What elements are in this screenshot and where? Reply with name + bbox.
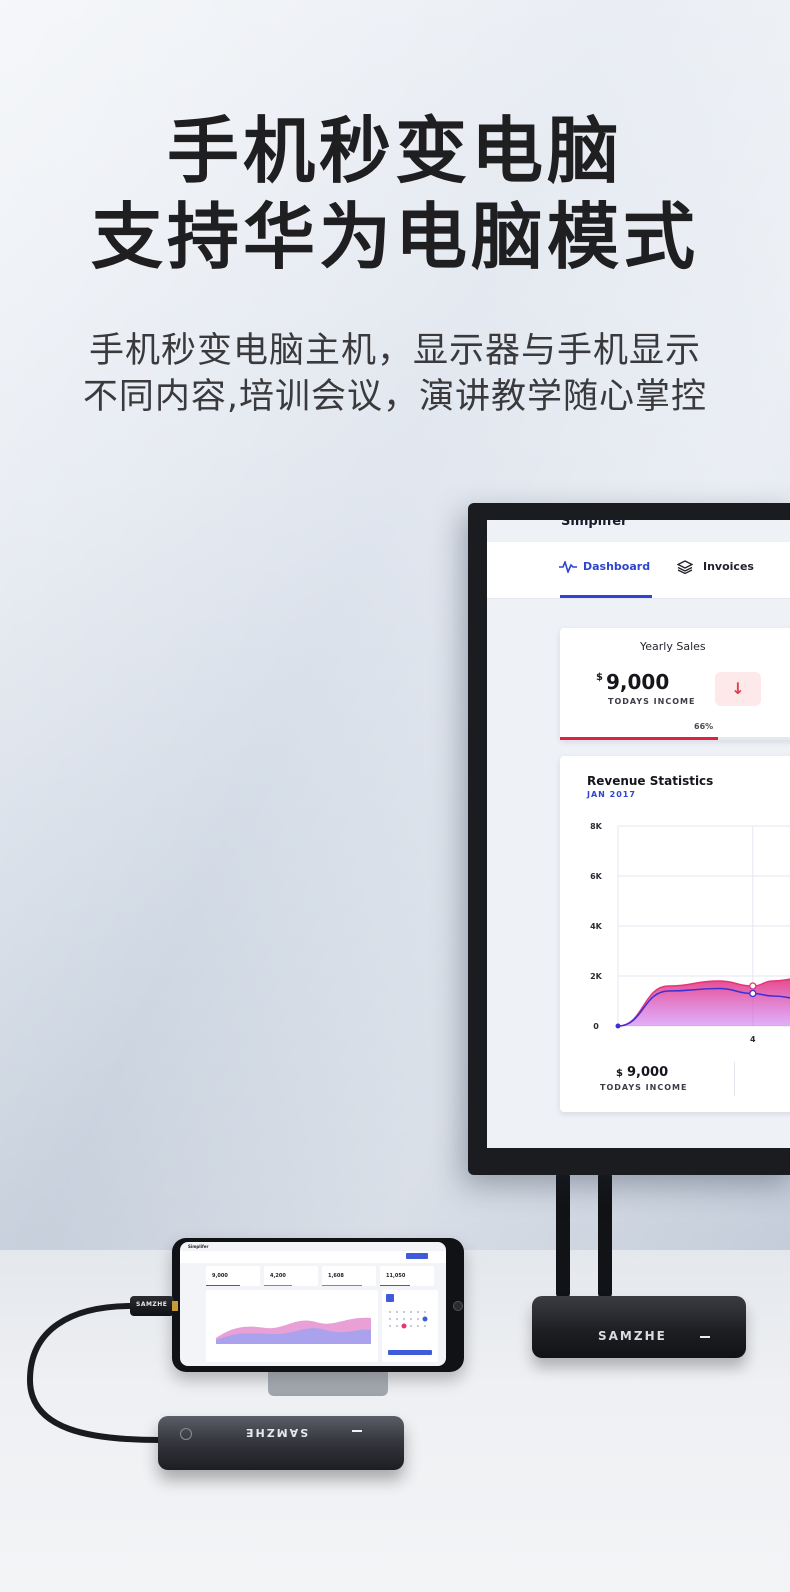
- tab-invoices[interactable]: Invoices: [676, 560, 754, 575]
- phone-stat-line: [206, 1285, 240, 1286]
- x-tick-label: 4: [750, 1035, 756, 1044]
- y-tick-label: 4K: [590, 922, 603, 931]
- pulse-icon: [559, 559, 577, 575]
- calendar-widget: [386, 1294, 432, 1355]
- footer-divider: [734, 1062, 735, 1096]
- revenue-footer-caption: TODAYS INCOME: [600, 1083, 688, 1092]
- phone-stat-card: 4,200: [264, 1266, 318, 1286]
- phone-calendar-card: [382, 1290, 438, 1362]
- yearly-sales-title: Yearly Sales: [640, 640, 706, 653]
- monitor-screen: Simplifer Dashboard Invoices Yearly Sale…: [487, 520, 790, 1148]
- progress-percent: 66%: [694, 722, 714, 731]
- revenue-chart: 8K 6K 4K 2K 0 4: [590, 822, 790, 1044]
- revenue-title: Revenue Statistics: [587, 774, 714, 788]
- hub-button: [180, 1428, 192, 1440]
- phone-app-title: Simplifer: [188, 1244, 209, 1249]
- monitor-cable-left: [556, 1170, 570, 1300]
- phone-stat-card: 11,050: [380, 1266, 434, 1286]
- revenue-footer-amount: 9,000: [627, 1065, 669, 1080]
- phone-stat-value: 4,200: [270, 1273, 286, 1279]
- phone-chart-card: [206, 1290, 378, 1362]
- subheadline-line-1: 手机秒变电脑主机，显示器与手机显示: [88, 331, 701, 371]
- y-tick-label: 0: [593, 1022, 599, 1031]
- data-point: [749, 982, 757, 990]
- y-tick-label: 6K: [590, 872, 603, 881]
- phone-stat-line: [322, 1285, 362, 1286]
- phone-stat-card: 9,000: [206, 1266, 260, 1286]
- y-tick-label: 2K: [590, 972, 603, 981]
- progress-fill: [560, 737, 719, 740]
- usb-c-tip: [172, 1301, 178, 1311]
- headline-line-2: 支持华为电脑模式: [90, 195, 699, 279]
- phone-chart: [216, 1317, 371, 1344]
- revenue-currency-symbol: $: [616, 1068, 623, 1079]
- revenue-card: Revenue Statistics JAN 2017 8K 6K 4K 2K 0 4 $…: [560, 756, 790, 1112]
- y-tick-label: 8K: [590, 822, 603, 831]
- layers-icon: [676, 560, 694, 575]
- app-title: Simplifer: [561, 520, 628, 529]
- phone-stat-value: 1,608: [328, 1273, 344, 1279]
- phone-stat-value: 9,000: [212, 1273, 228, 1279]
- trend-badge[interactable]: ↓: [715, 672, 761, 706]
- yearly-sales-caption: TODAYS INCOME: [608, 697, 696, 706]
- phone-stat-card: 1,608: [322, 1266, 376, 1286]
- phone-stat-value: 11,050: [386, 1273, 406, 1279]
- cable-brand-logo: SAMZHE: [136, 1301, 168, 1308]
- tab-dashboard[interactable]: Dashboard: [559, 559, 651, 575]
- usb-hub: SAMZHE: [158, 1416, 404, 1470]
- usb-c-plug: SAMZHE: [130, 1296, 174, 1316]
- arrow-down-icon: ↓: [731, 679, 745, 698]
- revenue-subtitle: JAN 2017: [587, 790, 636, 799]
- headline-line-1: 手机秒变电脑: [166, 109, 623, 193]
- data-point: [615, 1023, 621, 1029]
- monitor-cable-right: [598, 1170, 612, 1300]
- yearly-sales-amount: 9,000: [606, 670, 670, 694]
- hub-led: [352, 1430, 362, 1432]
- stand-led: [700, 1336, 710, 1338]
- tab-dashboard-label: Dashboard: [583, 560, 651, 573]
- phone-navbar: [180, 1251, 446, 1263]
- phone-screen: Simplifer 9,000 4,200 1,608 11,050: [180, 1242, 446, 1366]
- phone-nav-button[interactable]: [406, 1253, 428, 1259]
- top-navbar: Dashboard Invoices: [487, 542, 790, 599]
- subheadline-line-2: 不同内容,培训会议，演讲教学随心掌控: [82, 377, 708, 417]
- hub-brand-logo: SAMZHE: [244, 1426, 309, 1439]
- phone-stat-line: [380, 1285, 410, 1286]
- phone-stat-line: [264, 1285, 292, 1286]
- monitor-stand-base: SAMZHE: [532, 1296, 746, 1358]
- active-tab-indicator: [560, 595, 652, 598]
- currency-symbol: $: [596, 672, 603, 683]
- tab-invoices-label: Invoices: [703, 560, 754, 573]
- yearly-sales-card: Yearly Sales $ 9,000 TODAYS INCOME ↓ 66%: [560, 628, 790, 740]
- data-point: [749, 989, 757, 998]
- series-area: [618, 979, 790, 1026]
- stand-brand-logo: SAMZHE: [598, 1329, 667, 1343]
- phone-camera-hole: [453, 1301, 463, 1311]
